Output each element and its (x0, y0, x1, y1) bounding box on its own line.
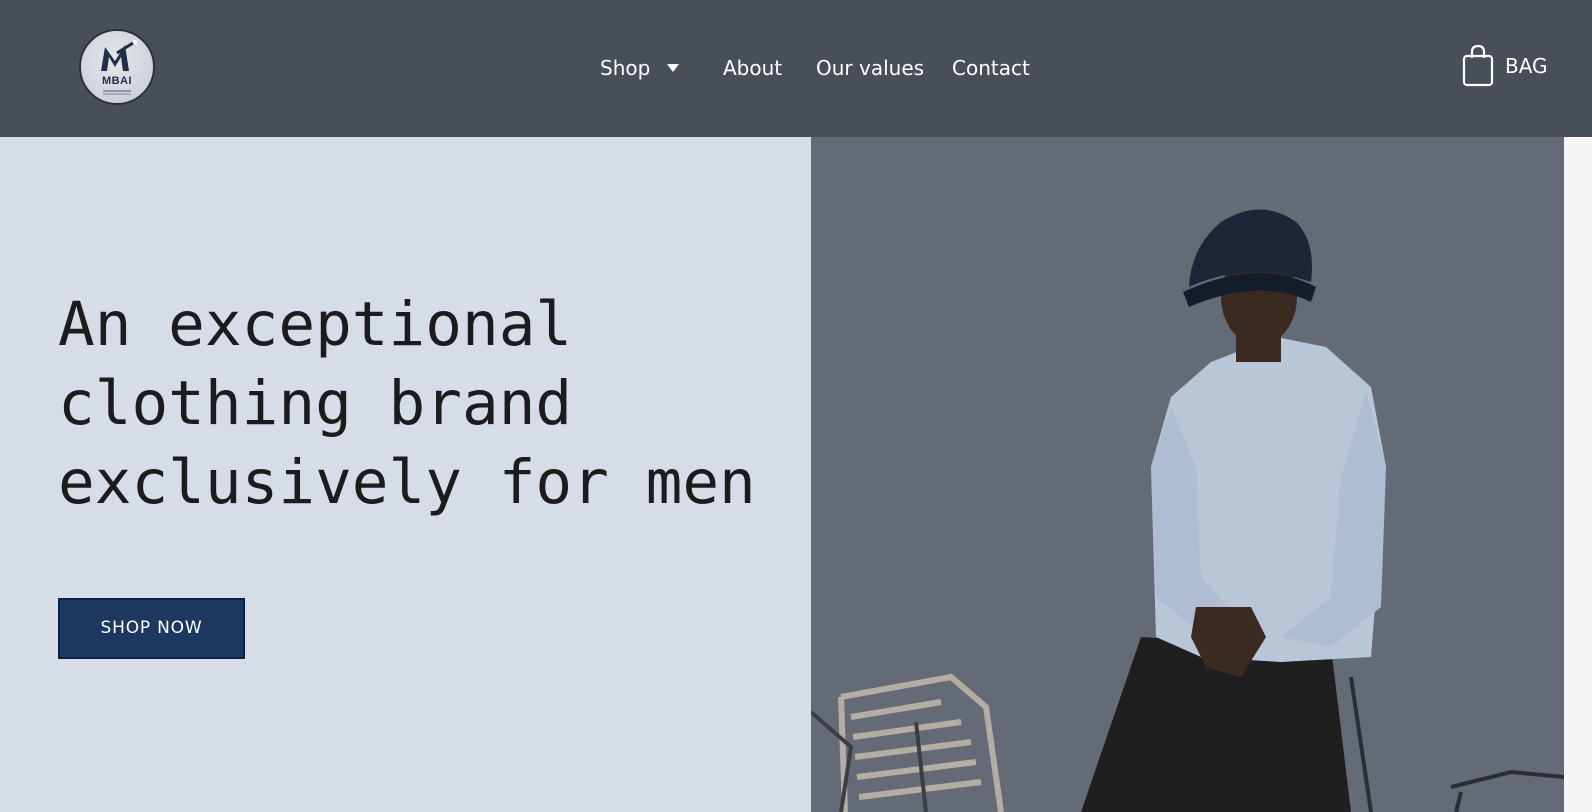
headline-line: clothing brand (58, 368, 573, 439)
m-monogram-icon (101, 40, 137, 95)
nav-item-shop[interactable]: Shop (600, 52, 650, 84)
page-edge (1564, 137, 1592, 812)
site-header: MBAI Shop About Our values Contact BAG (0, 0, 1592, 137)
nav-item-about[interactable]: About (723, 52, 782, 84)
brand-logo[interactable]: MBAI (79, 29, 155, 105)
page: MBAI Shop About Our values Contact BAG A… (0, 0, 1592, 812)
shop-now-button[interactable]: SHOP NOW (58, 598, 245, 659)
bag-button[interactable]: BAG (1462, 44, 1582, 88)
headline-line: An exceptional (58, 289, 573, 360)
hero-headline: An exceptional clothing brand exclusivel… (58, 285, 798, 522)
chevron-down-icon[interactable] (666, 52, 680, 84)
headline-line: exclusively for men (58, 447, 756, 518)
nav-item-contact[interactable]: Contact (952, 52, 1030, 84)
hero-photo (811, 137, 1564, 812)
bag-label: BAG (1505, 54, 1548, 78)
nav-item-our-values[interactable]: Our values (816, 52, 924, 84)
shopping-bag-icon (1462, 44, 1494, 87)
model-photo-image (811, 137, 1564, 812)
brand-logo-text: MBAI (101, 75, 133, 87)
